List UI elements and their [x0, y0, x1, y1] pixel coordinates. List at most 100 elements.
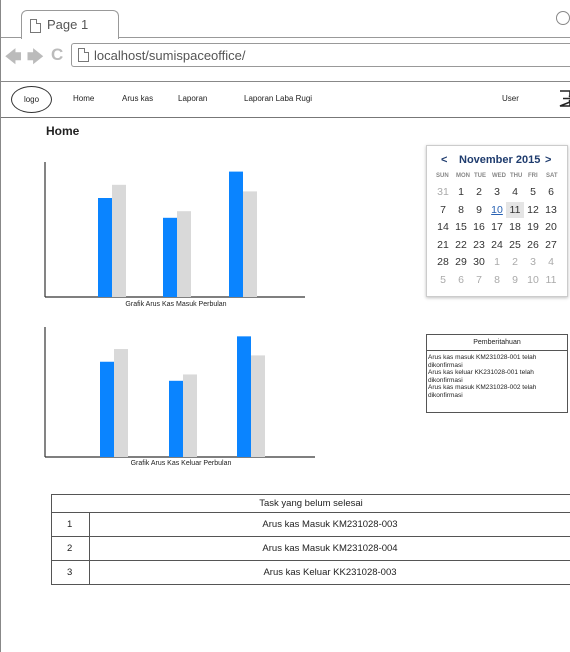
- forward-arrow-icon[interactable]: 🡆: [27, 46, 44, 73]
- calendar-day[interactable]: 6: [452, 272, 470, 288]
- page-icon: [78, 48, 89, 62]
- calendar-day[interactable]: 2: [470, 184, 488, 200]
- calendar-day[interactable]: 12: [524, 202, 542, 218]
- notification-item[interactable]: Arus kas keluar KK231028-001 telah dikon…: [428, 369, 566, 384]
- calendar-day[interactable]: 25: [506, 237, 524, 253]
- url-input[interactable]: localhost/sumispaceoffice/: [71, 43, 570, 67]
- nav-item-home[interactable]: Home: [73, 94, 94, 103]
- calendar-day[interactable]: 7: [434, 202, 452, 218]
- calendar-day[interactable]: 18: [506, 219, 524, 235]
- calendar-day[interactable]: 3: [524, 254, 542, 270]
- notification-title: Pemberitahuan: [427, 335, 567, 351]
- task-table-title: Task yang belum selesai: [51, 494, 570, 513]
- bar-series-1-group-2: [163, 217, 177, 297]
- weekday-label: SUN: [436, 173, 449, 179]
- chart-arus-kas-masuk: [44, 162, 305, 298]
- nav-item-user[interactable]: User: [502, 94, 519, 103]
- calendar-day[interactable]: 15: [452, 219, 470, 235]
- tab-title: Page 1: [47, 17, 89, 32]
- task-number: 2: [51, 536, 90, 561]
- task-label[interactable]: Arus kas Masuk KM231028-004: [89, 536, 570, 561]
- reload-icon[interactable]: C: [51, 45, 63, 65]
- nav-item-arus-kas[interactable]: Arus kas: [122, 94, 153, 103]
- calendar-prev-button[interactable]: <: [441, 154, 447, 166]
- calendar-day[interactable]: 6: [542, 184, 560, 200]
- calendar-day[interactable]: 26: [524, 237, 542, 253]
- calendar-day[interactable]: 19: [524, 219, 542, 235]
- calendar-day[interactable]: 20: [542, 219, 560, 235]
- calendar-day[interactable]: 16: [470, 219, 488, 235]
- calendar-day[interactable]: 31: [434, 184, 452, 200]
- table-row[interactable]: 2 Arus kas Masuk KM231028-004: [51, 536, 570, 561]
- calendar-day[interactable]: 21: [434, 237, 452, 253]
- calendar-day[interactable]: 17: [488, 219, 506, 235]
- calendar-day[interactable]: 2: [506, 254, 524, 270]
- calendar-day[interactable]: 13: [542, 202, 560, 218]
- logout-icon[interactable]: [559, 90, 570, 107]
- calendar-header: < November 2015 >: [427, 154, 569, 170]
- task-label[interactable]: Arus kas Masuk KM231028-003: [89, 512, 570, 537]
- logo[interactable]: logo: [11, 86, 52, 113]
- bar-series-2-group-2: [177, 211, 191, 297]
- calendar-day[interactable]: 14: [434, 219, 452, 235]
- calendar-day[interactable]: 29: [452, 254, 470, 270]
- calendar-day[interactable]: 9: [470, 202, 488, 218]
- notification-item[interactable]: Arus kas masuk KM231028-002 telah dikonf…: [428, 384, 566, 399]
- task-label[interactable]: Arus kas Keluar KK231028-003: [89, 560, 570, 585]
- calendar-next-button[interactable]: >: [545, 154, 551, 166]
- navbar: logo Home Arus kas Laporan Laporan Laba …: [1, 82, 570, 118]
- back-arrow-icon[interactable]: 🡄: [5, 46, 22, 73]
- calendar-day[interactable]: 27: [542, 237, 560, 253]
- calendar-day[interactable]: 7: [470, 272, 488, 288]
- bar-series-1-group-3: [237, 336, 251, 457]
- browser-tab[interactable]: Page 1: [21, 10, 119, 39]
- nav-item-laporan-laba-rugi[interactable]: Laporan Laba Rugi: [244, 94, 312, 103]
- tab-strip: Page 1: [1, 0, 570, 39]
- window-control-icon[interactable]: [556, 11, 570, 25]
- table-row[interactable]: 1 Arus kas Masuk KM231028-003: [51, 512, 570, 537]
- calendar-day[interactable]: 4: [506, 184, 524, 200]
- calendar-day[interactable]: 11: [542, 272, 560, 288]
- chart-arus-kas-keluar: [44, 327, 315, 458]
- calendar-month-label: November 2015: [459, 154, 541, 166]
- chart-caption-masuk: Grafik Arus Kas Masuk Perbulan: [125, 301, 227, 308]
- nav-item-laporan[interactable]: Laporan: [178, 94, 207, 103]
- bar-series-2-group-3: [243, 191, 257, 297]
- calendar-day[interactable]: 24: [488, 237, 506, 253]
- task-table-header-row: Task yang belum selesai: [51, 494, 570, 513]
- table-row[interactable]: 3 Arus kas Keluar KK231028-003: [51, 560, 570, 585]
- calendar-day[interactable]: 5: [524, 184, 542, 200]
- weekday-label: THU: [510, 173, 523, 179]
- weekday-label: FRI: [528, 173, 538, 179]
- task-number: 1: [51, 512, 90, 537]
- bar-series-2-group-1: [112, 184, 126, 297]
- notification-list: Arus kas masuk KM231028-001 telah dikonf…: [428, 354, 566, 399]
- browser-chrome: Page 1 🡄 🡆 C localhost/sumispaceoffice/: [0, 0, 570, 81]
- calendar-day[interactable]: 22: [452, 237, 470, 253]
- bar-series-1-group-1: [100, 361, 114, 457]
- bar-series-1-group-3: [229, 171, 243, 297]
- weekday-label: MON: [456, 173, 470, 179]
- task-number: 3: [51, 560, 90, 585]
- calendar-day[interactable]: 8: [488, 272, 506, 288]
- calendar-day[interactable]: 28: [434, 254, 452, 270]
- calendar-day[interactable]: 3: [488, 184, 506, 200]
- calendar-day[interactable]: 10: [488, 202, 506, 218]
- weekday-label: SAT: [546, 173, 558, 179]
- calendar-day[interactable]: 1: [488, 254, 506, 270]
- calendar-day[interactable]: 9: [506, 272, 524, 288]
- bar-series-1-group-2: [169, 380, 183, 457]
- calendar-day[interactable]: 8: [452, 202, 470, 218]
- calendar-day[interactable]: 4: [542, 254, 560, 270]
- page-icon: [30, 19, 41, 33]
- url-text: localhost/sumispaceoffice/: [94, 48, 246, 63]
- calendar-day[interactable]: 30: [470, 254, 488, 270]
- notification-item[interactable]: Arus kas masuk KM231028-001 telah dikonf…: [428, 354, 566, 369]
- calendar-day[interactable]: 5: [434, 272, 452, 288]
- calendar-day[interactable]: 10: [524, 272, 542, 288]
- calendar-day[interactable]: 11: [506, 201, 524, 218]
- calendar-day[interactable]: 1: [452, 184, 470, 200]
- calendar-day[interactable]: 23: [470, 237, 488, 253]
- weekday-label: WED: [492, 173, 506, 179]
- page-title: Home: [46, 124, 80, 138]
